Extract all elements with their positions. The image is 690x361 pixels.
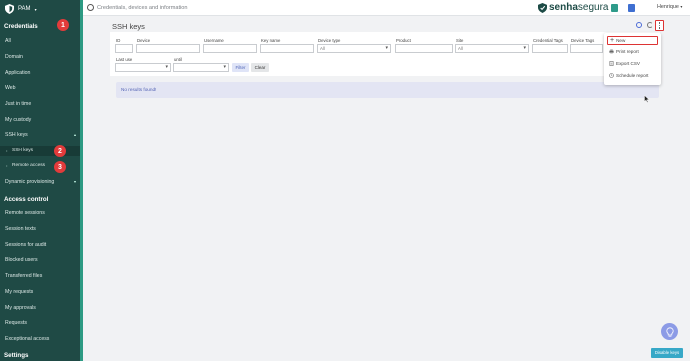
sidebar-item-requests[interactable]: Requests bbox=[0, 319, 80, 327]
sidebar-item-exceptional-access[interactable]: Exceptional access bbox=[0, 335, 80, 343]
clear-button[interactable]: Clear bbox=[251, 63, 269, 72]
brand[interactable]: PAM ▾ bbox=[0, 0, 83, 18]
refresh-icon[interactable] bbox=[647, 22, 653, 28]
menu-item-label: Export CSV bbox=[616, 61, 640, 66]
info-icon[interactable] bbox=[636, 22, 642, 28]
menu-item-label: Schedule report bbox=[616, 73, 649, 78]
user-menu[interactable]: Henrique ▾ bbox=[657, 4, 682, 10]
sidebar-item-web[interactable]: Web bbox=[0, 84, 80, 92]
dot-icon bbox=[658, 22, 661, 24]
sidebar-accent-bar bbox=[80, 0, 83, 361]
results-message: No results found! bbox=[116, 82, 659, 98]
label-site: Site bbox=[456, 38, 464, 43]
menu-item-label: Print report bbox=[616, 49, 639, 54]
file-export-icon bbox=[609, 61, 614, 66]
sidebar-item-ssh-keys-group[interactable]: SSH keys ▴ bbox=[0, 131, 80, 139]
filter-device-tags-input[interactable] bbox=[570, 44, 603, 53]
dot-icon bbox=[658, 24, 661, 27]
label-device-type: Device type bbox=[318, 38, 341, 43]
app-shortcut-icon[interactable] bbox=[611, 4, 618, 12]
sidebar-item-my-custody[interactable]: My custody bbox=[0, 116, 80, 124]
sidebar-item-transferred-files[interactable]: Transferred files bbox=[0, 272, 80, 280]
label-device: Device bbox=[137, 38, 151, 43]
label-until: until bbox=[174, 57, 182, 62]
help-button[interactable] bbox=[661, 323, 678, 340]
label-device-tags: Device Tags bbox=[571, 38, 595, 43]
chevron-down-icon: ▾ bbox=[34, 6, 37, 12]
label-key-name: Key name bbox=[261, 38, 281, 43]
select-value: All bbox=[458, 46, 463, 51]
filter-device-input[interactable] bbox=[136, 44, 200, 53]
chevron-down-icon: ▾ bbox=[73, 179, 76, 184]
filter-id-input[interactable] bbox=[115, 44, 133, 53]
search-input[interactable] bbox=[97, 2, 297, 13]
label-credential-tags: Credential Tags bbox=[533, 38, 563, 43]
section-access-control: Access control bbox=[4, 196, 49, 203]
sidebar-item-blocked-users[interactable]: Blocked users bbox=[0, 256, 80, 264]
printer-icon bbox=[609, 49, 614, 54]
sidebar: PAM ▾ Credentials All Domain Application… bbox=[0, 0, 83, 361]
disable-keys-button[interactable]: Disable keys bbox=[651, 348, 683, 358]
logo-text-light: segura bbox=[577, 2, 609, 13]
senhasegura-logo: senha segura bbox=[538, 2, 608, 13]
sidebar-item-my-approvals[interactable]: My approvals bbox=[0, 304, 80, 312]
menu-item-label: New bbox=[616, 38, 626, 43]
annotation-badge-1: 1 bbox=[57, 19, 69, 31]
annotation-badge-2: 2 bbox=[54, 145, 66, 157]
filter-credential-tags-input[interactable] bbox=[532, 44, 568, 53]
filter-device-type-select[interactable]: All bbox=[317, 44, 391, 53]
plus-icon: + bbox=[610, 37, 615, 44]
apps-grid-icon[interactable] bbox=[628, 4, 635, 12]
section-credentials: Credentials bbox=[4, 23, 38, 30]
sidebar-item-remote-sessions[interactable]: Remote sessions bbox=[0, 209, 80, 217]
filter-site-select[interactable]: All bbox=[455, 44, 529, 53]
sidebar-item-just-in-time[interactable]: Just in time bbox=[0, 100, 80, 108]
sidebar-item-my-requests[interactable]: My requests bbox=[0, 288, 80, 296]
sidebar-item-dynamic-provisioning[interactable]: Dynamic provisioning ▾ bbox=[0, 178, 80, 186]
topbar: senhasegura Henrique ▾ bbox=[83, 0, 690, 16]
sidebar-item-sessions-for-audit[interactable]: Sessions for audit bbox=[0, 241, 80, 249]
label-product: Product bbox=[396, 38, 411, 43]
filter-until-select[interactable] bbox=[173, 63, 229, 72]
select-value: All bbox=[320, 46, 325, 51]
sidebar-item-label: Dynamic provisioning bbox=[5, 179, 55, 185]
filter-username-input[interactable] bbox=[203, 44, 257, 53]
sidebar-item-label: SSH keys bbox=[5, 132, 28, 138]
label-last-use: Last use bbox=[116, 57, 133, 62]
label-id: ID bbox=[116, 38, 121, 43]
sidebar-subitem-remote-access[interactable]: Remote access bbox=[0, 162, 80, 170]
sidebar-item-application[interactable]: Application bbox=[0, 69, 80, 77]
sidebar-item-session-texts[interactable]: Session texts bbox=[0, 225, 80, 233]
sidebar-item-all[interactable]: All bbox=[0, 37, 80, 45]
shield-logo-icon bbox=[538, 2, 547, 13]
mouse-cursor-icon bbox=[644, 95, 650, 103]
shield-logo-icon bbox=[5, 4, 14, 14]
page-title: SSH keys bbox=[112, 22, 145, 31]
chevron-down-icon: ▾ bbox=[680, 4, 683, 9]
filter-last-use-select[interactable] bbox=[115, 63, 171, 72]
label-username: Username bbox=[204, 38, 224, 43]
lightbulb-icon bbox=[665, 326, 674, 337]
menu-item-export-csv[interactable]: Export CSV bbox=[607, 59, 658, 68]
sidebar-item-domain[interactable]: Domain bbox=[0, 53, 80, 61]
menu-item-schedule-report[interactable]: Schedule report bbox=[607, 71, 658, 80]
filter-key-name-input[interactable] bbox=[260, 44, 314, 53]
more-options-button[interactable] bbox=[655, 20, 664, 31]
logo-text-main: senha bbox=[549, 2, 578, 13]
dot-icon bbox=[658, 27, 661, 29]
chevron-up-icon: ▴ bbox=[73, 132, 76, 137]
menu-item-new[interactable]: + New bbox=[607, 36, 658, 45]
section-settings: Settings bbox=[4, 352, 29, 359]
menu-item-print-report[interactable]: Print report bbox=[607, 47, 658, 56]
brand-label: PAM bbox=[18, 6, 31, 12]
filters-panel: ID Device Username Key name Device type … bbox=[110, 32, 660, 76]
more-options-menu: + New Print report Export CSV Schedule r… bbox=[604, 33, 661, 85]
annotation-badge-3: 3 bbox=[54, 161, 66, 173]
filter-button[interactable]: Filter bbox=[232, 63, 249, 72]
search-icon bbox=[87, 4, 94, 11]
filter-product-input[interactable] bbox=[395, 44, 453, 53]
clock-icon bbox=[609, 73, 614, 78]
user-name: Henrique bbox=[657, 4, 679, 10]
sidebar-subitem-ssh-keys[interactable]: SSH keys bbox=[0, 146, 80, 156]
